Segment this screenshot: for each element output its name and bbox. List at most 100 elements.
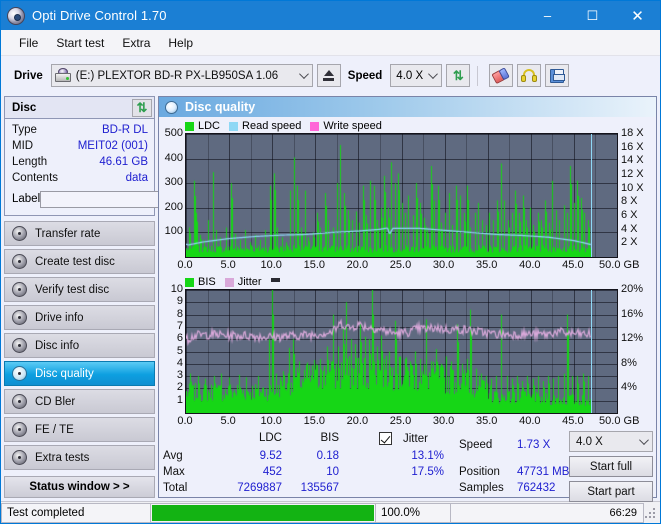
x-tick-label: 45.0	[562, 259, 584, 271]
drive-select[interactable]: (E:) PLEXTOR BD-R PX-LB950SA 1.06	[50, 64, 313, 87]
menu-item-file[interactable]: File	[10, 33, 47, 53]
body: Disc ⇅ Type BD-R DL MID MEIT02 (001) Len…	[1, 95, 660, 502]
close-button[interactable]: ✕	[615, 1, 660, 30]
y-tick-label: 200	[164, 200, 183, 213]
sidebar-item-create-test-disc[interactable]: Create test disc	[4, 249, 155, 274]
disc-refresh-button[interactable]: ⇅	[132, 98, 152, 117]
x-tick-label: 25.0	[389, 259, 412, 271]
menu-item-start-test[interactable]: Start test	[47, 33, 113, 53]
sidebar-item-disc-info[interactable]: Disc info	[4, 333, 155, 358]
stats-ldc-avg: 9.52	[259, 450, 282, 462]
stats-bis-avg: 0.18	[316, 450, 339, 462]
maximize-button[interactable]: ☐	[570, 1, 615, 30]
sidebar-item-extra-tests[interactable]: Extra tests	[4, 445, 155, 470]
legend-label-read-speed: Read speed	[242, 120, 302, 132]
main-panel-title: Disc quality	[185, 100, 256, 114]
sidebar-item-label: Disc info	[35, 339, 80, 352]
save-button[interactable]	[545, 64, 570, 87]
disc-value: BD-R DL	[101, 124, 148, 136]
stats-col-bis: BIS	[320, 432, 339, 444]
y2-tick-label: 6 X	[621, 209, 638, 221]
x-tick-label: 15.0	[303, 415, 326, 427]
drive-select-value: (E:) PLEXTOR BD-R PX-LB950SA 1.06	[75, 69, 279, 82]
chart-ldc-plot[interactable]	[185, 133, 618, 258]
disc-row-length: Length 46.61 GB	[12, 154, 148, 170]
y-tick-label: 7	[176, 319, 183, 332]
refresh-button[interactable]: ⇅	[446, 64, 471, 87]
stats-col-jitter: Jitter	[403, 433, 428, 445]
progress-bar	[151, 502, 376, 523]
x-tick-label: 45.0	[562, 415, 584, 427]
x-tick-label: 15.0	[303, 259, 326, 271]
sidebar-item-verify-test-disc[interactable]: Verify test disc	[4, 277, 155, 302]
legend-label-write-speed: Write speed	[323, 120, 382, 132]
test-speed-select[interactable]: 4.0 X	[569, 431, 653, 452]
stats-panel: LDC BIS Jitter Avg 9.52 0.18 13.1% Max 4…	[159, 429, 656, 502]
eraser-icon	[491, 67, 511, 85]
disc-key: Length	[12, 156, 48, 168]
app-disc-icon	[7, 6, 25, 25]
legend-swatch-read-speed	[229, 121, 239, 131]
audio-button[interactable]	[517, 64, 542, 87]
y-tick-label: 100	[164, 225, 183, 238]
stats-position-label: Position	[459, 466, 500, 478]
disc-label-row: Label	[12, 188, 235, 210]
speed-select[interactable]: 4.0 X	[390, 64, 443, 87]
sidebar-item-label: Verify test disc	[35, 283, 110, 296]
sidebar-item-fe-te[interactable]: FE / TE	[4, 417, 155, 442]
stats-row-avg: Avg	[163, 450, 183, 462]
sidebar-item-cd-bler[interactable]: CD Bler	[4, 389, 155, 414]
y2-tick-label: 16 X	[621, 140, 644, 153]
x-tick-label: 20.0	[346, 415, 369, 427]
x-tick-label: 0.0	[177, 259, 193, 271]
refresh-icon: ⇅	[452, 68, 464, 83]
legend-swatch-write-speed	[310, 121, 320, 131]
stats-ldc-total: 7269887	[237, 482, 282, 494]
disc-icon	[12, 310, 27, 325]
resize-grip[interactable]	[644, 507, 656, 519]
erase-button[interactable]	[489, 64, 514, 87]
sidebar-item-transfer-rate[interactable]: Transfer rate	[4, 221, 155, 246]
y-tick-label: 8	[176, 307, 183, 320]
sidebar-item-label: Disc quality	[35, 367, 94, 380]
jitter-checkbox[interactable]	[379, 432, 392, 445]
x-tick-label: 35.0	[475, 259, 498, 271]
eject-button[interactable]	[316, 64, 341, 87]
x-tick-label: 5.0	[220, 259, 236, 271]
y-tick-label: 6	[176, 332, 183, 345]
legend-marker-dark	[270, 277, 280, 282]
y-tick-label: 400	[164, 151, 183, 164]
disc-icon	[12, 338, 27, 353]
chart-bis-plot[interactable]	[185, 289, 618, 414]
sidebar-item-disc-quality[interactable]: Disc quality	[4, 361, 155, 386]
legend-swatch-jitter	[224, 277, 234, 287]
minimize-button[interactable]: –	[525, 1, 570, 30]
refresh-icon: ⇅	[136, 100, 148, 115]
sidebar-item-drive-info[interactable]: Drive info	[4, 305, 155, 330]
speed-select-value: 4.0 X	[396, 69, 424, 82]
menu-item-extra[interactable]: Extra	[113, 33, 159, 53]
chart-bis-y2-axis: 4% 8% 12% 16% 20%	[618, 283, 656, 414]
disc-row-contents: Contents data	[12, 170, 148, 186]
speed-label: Speed	[347, 69, 383, 82]
stats-ldc-max: 452	[262, 466, 282, 478]
status-window-button[interactable]: Status window > >	[4, 476, 155, 498]
y-tick-label: 500	[164, 127, 183, 139]
legend-label-jitter: Jitter	[237, 276, 262, 288]
disc-quality-icon	[165, 100, 178, 114]
window-controls: – ☐ ✕	[525, 1, 660, 30]
drive-label: Drive	[14, 69, 43, 82]
y-tick-label: 3	[176, 369, 183, 382]
y-tick-label: 1	[176, 393, 183, 406]
disc-properties: Type BD-R DL MID MEIT02 (001) Length 46.…	[5, 119, 235, 215]
start-part-button[interactable]: Start part	[569, 481, 653, 502]
stats-jitter-max: 17.5%	[411, 466, 444, 478]
stats-bis-total: 135567	[300, 482, 339, 494]
menu-item-help[interactable]: Help	[159, 33, 202, 53]
x-tick-label: 10.0	[260, 259, 282, 271]
headphones-icon	[521, 68, 538, 83]
chart-ldc-y2-axis: 2 X4 X6 X8 X 10 X 12 X 14 X 16 X 18 X	[618, 127, 656, 258]
disc-value: data	[125, 172, 148, 184]
start-full-button[interactable]: Start full	[569, 456, 653, 477]
disc-icon	[12, 366, 27, 381]
